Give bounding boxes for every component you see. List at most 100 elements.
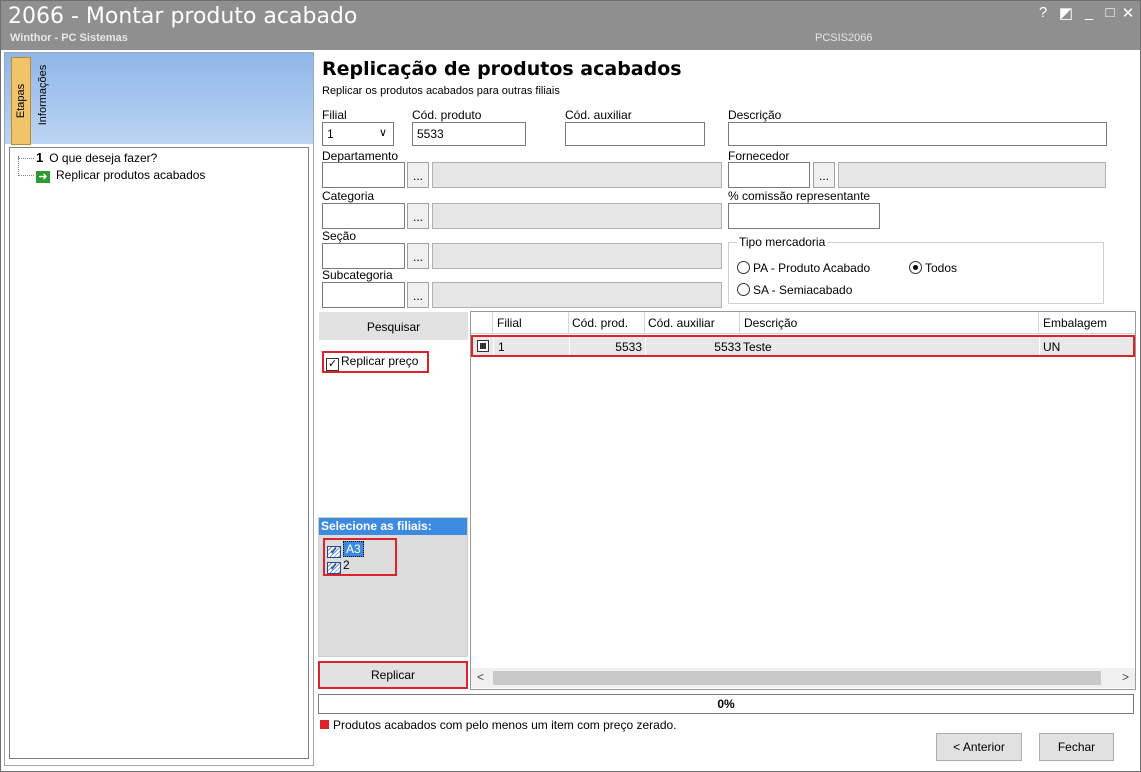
column-separator: [492, 312, 493, 334]
cod-produto-label: Cód. produto: [412, 108, 482, 122]
departamento-description: [432, 162, 722, 188]
subcategoria-label: Subcategoria: [322, 268, 393, 282]
radio-todos[interactable]: Todos: [909, 261, 957, 275]
tab-etapas[interactable]: Etapas: [11, 57, 31, 145]
filial-item-label: A3: [343, 541, 364, 557]
cod-produto-input[interactable]: 5533: [412, 122, 526, 146]
step-label: Replicar produtos acabados: [56, 168, 206, 182]
window-title: 2066 - Montar produto acabado: [8, 4, 358, 29]
progress-text: 0%: [717, 697, 735, 711]
column-separator: [568, 312, 569, 334]
filial-label: Filial: [322, 108, 347, 122]
restore-icon[interactable]: ◩: [1056, 4, 1076, 22]
filial-item-a3[interactable]: ✓ A3: [327, 541, 364, 558]
cell-separator: [569, 337, 570, 355]
chevron-down-icon: ∨: [378, 127, 387, 139]
secao-input[interactable]: [322, 243, 405, 269]
grid-header: Filial Cód. prod. Cód. auxiliar Descriçã…: [471, 312, 1135, 334]
radio-produto-acabado[interactable]: PA - Produto Acabado: [737, 261, 870, 275]
pesquisar-button[interactable]: Pesquisar: [319, 312, 468, 340]
scroll-right-icon[interactable]: >: [1122, 670, 1129, 684]
radio-label: PA - Produto Acabado: [753, 261, 871, 275]
descricao-input[interactable]: [728, 122, 1107, 146]
cell-separator: [493, 337, 494, 355]
radio-label: Todos: [925, 261, 958, 275]
departamento-input[interactable]: [322, 162, 405, 188]
anterior-button[interactable]: < Anterior: [936, 733, 1022, 761]
radio-circle: [737, 261, 750, 274]
categoria-input[interactable]: [322, 203, 405, 229]
secao-lookup-button[interactable]: ...: [407, 243, 429, 269]
progress-bar: 0%: [318, 694, 1134, 714]
cod-auxiliar-label: Cód. auxiliar: [565, 108, 632, 122]
step-item-2[interactable]: ➜ Replicar produtos acabados: [36, 168, 205, 183]
minimize-button[interactable]: _: [1079, 4, 1099, 21]
filiais-panel: Selecione as filiais: ✓ A3 ✓ 2: [318, 517, 468, 657]
replicar-button[interactable]: Replicar: [318, 661, 468, 689]
tree-connector: [18, 156, 19, 176]
scrollbar-thumb[interactable]: [493, 671, 1101, 685]
fornecedor-label: Fornecedor: [728, 149, 790, 163]
categoria-lookup-button[interactable]: ...: [407, 203, 429, 229]
tab-informacoes[interactable]: Informações: [33, 55, 53, 135]
window-subtitle: Winthor - PC Sistemas: [10, 32, 128, 44]
column-separator: [644, 312, 645, 334]
departamento-label: Departamento: [322, 149, 399, 163]
step-label: O que deseja fazer?: [49, 151, 158, 165]
departamento-lookup-button[interactable]: ...: [407, 162, 429, 188]
column-header-cod-prod[interactable]: Cód. prod.: [572, 316, 628, 330]
page-subtitle: Replicar os produtos acabados para outra…: [322, 85, 560, 97]
tipo-mercadoria-group: Tipo mercadoria PA - Produto Acabado Tod…: [728, 235, 1104, 304]
radio-semiacabado[interactable]: SA - Semiacabado: [737, 283, 852, 297]
tab-informacoes-label: Informações: [37, 64, 49, 126]
filiais-header: Selecione as filiais:: [319, 518, 467, 535]
title-bar: 2066 - Montar produto acabado Winthor - …: [0, 0, 1141, 50]
column-header-embalagem[interactable]: Embalagem: [1043, 316, 1107, 330]
step-number: 1: [36, 150, 44, 165]
legend: Produtos acabados com pelo menos um item…: [320, 718, 677, 732]
fornecedor-lookup-button[interactable]: ...: [813, 162, 835, 188]
filial-select[interactable]: 1 ∨: [322, 122, 394, 146]
products-grid: Filial Cód. prod. Cód. auxiliar Descriçã…: [470, 311, 1136, 690]
descricao-label: Descrição: [728, 108, 782, 122]
filial-item-2[interactable]: ✓ 2: [327, 558, 350, 574]
radio-label: SA - Semiacabado: [753, 283, 853, 297]
categoria-label: Categoria: [322, 189, 375, 203]
column-header-descricao[interactable]: Descrição: [744, 316, 797, 330]
fornecedor-input[interactable]: [728, 162, 810, 188]
secao-description: [432, 243, 722, 269]
legend-text: Produtos acabados com pelo menos um item…: [333, 718, 677, 732]
help-button[interactable]: ?: [1033, 4, 1053, 21]
fechar-button[interactable]: Fechar: [1039, 733, 1114, 761]
close-button[interactable]: ✕: [1118, 4, 1138, 22]
column-separator: [739, 312, 740, 334]
cell-filial: 1: [498, 340, 505, 354]
checkbox-icon: ✓: [327, 546, 341, 558]
routine-code: PCSIS2066: [815, 32, 873, 44]
table-row[interactable]: 1 5533 5533 Teste UN: [471, 335, 1135, 357]
column-header-filial[interactable]: Filial: [497, 316, 522, 330]
maximize-button[interactable]: □: [1100, 4, 1120, 21]
row-selector-icon[interactable]: [477, 340, 489, 352]
step-item-1[interactable]: 1 O que deseja fazer?: [36, 150, 157, 165]
scroll-left-icon[interactable]: <: [477, 670, 484, 684]
comissao-input[interactable]: [728, 203, 880, 229]
wizard-panel: Etapas Informações 1 O que deseja fazer? …: [4, 52, 314, 766]
horizontal-scrollbar[interactable]: < >: [471, 668, 1135, 688]
column-header-cod-auxiliar[interactable]: Cód. auxiliar: [648, 316, 715, 330]
cod-auxiliar-input[interactable]: [565, 122, 705, 146]
wizard-tabs-header: Etapas Informações: [5, 53, 313, 145]
column-separator: [1038, 312, 1039, 334]
tree-connector: [18, 175, 34, 176]
radio-circle: [737, 283, 750, 296]
filiais-list: ✓ A3 ✓ 2: [323, 538, 397, 576]
fornecedor-description: [838, 162, 1106, 188]
steps-tree: 1 O que deseja fazer? ➜ Replicar produtos …: [9, 147, 309, 759]
replicar-preco-checkbox[interactable]: ✓ Replicar preço: [322, 351, 429, 373]
secao-label: Seção: [322, 229, 357, 243]
subcategoria-input[interactable]: [322, 282, 405, 308]
filial-item-label: 2: [343, 558, 350, 572]
legend-color-swatch: [320, 720, 329, 729]
subcategoria-lookup-button[interactable]: ...: [407, 282, 429, 308]
checkmark-icon: ✓: [326, 358, 339, 371]
